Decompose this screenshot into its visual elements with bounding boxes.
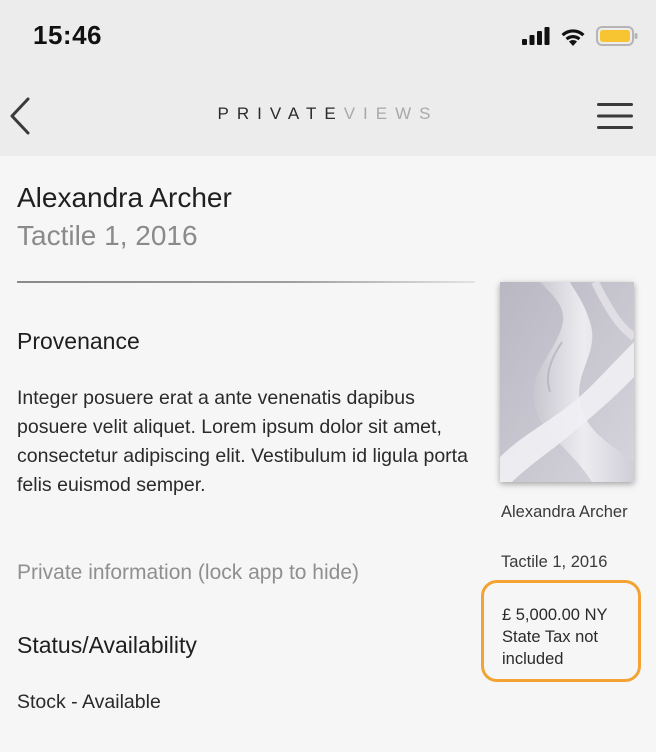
status-heading: Status/Availability xyxy=(17,632,197,658)
price-highlight-box: £ 5,000.00 NY State Tax not included xyxy=(481,580,641,682)
price-text: £ 5,000.00 NY State Tax not included xyxy=(502,606,608,668)
status-icons xyxy=(522,26,638,46)
status-bar: 15:46 xyxy=(0,0,656,76)
artwork-title: Tactile 1, 2016 xyxy=(17,220,198,251)
wifi-icon xyxy=(561,28,585,46)
provenance-text: Integer posuere erat a ante venenatis da… xyxy=(17,387,468,496)
artist-name: Alexandra Archer xyxy=(17,182,232,213)
provenance-heading: Provenance xyxy=(17,328,140,354)
nav-bar: PRIVATEVIEWS xyxy=(0,76,656,156)
battery-icon xyxy=(596,26,638,46)
status-time: 15:46 xyxy=(33,20,102,50)
signal-icon xyxy=(522,27,550,45)
private-information-link[interactable]: Private information (lock app to hide) xyxy=(17,561,359,585)
caption-title: Tactile 1, 2016 xyxy=(501,553,608,571)
caption-artist: Alexandra Archer xyxy=(501,503,628,521)
divider xyxy=(17,281,475,283)
status-value: Stock - Available xyxy=(17,691,161,713)
artwork-thumbnail[interactable] xyxy=(500,282,634,482)
hamburger-menu-icon[interactable] xyxy=(596,100,634,132)
app-logo: PRIVATEVIEWS xyxy=(217,104,439,123)
